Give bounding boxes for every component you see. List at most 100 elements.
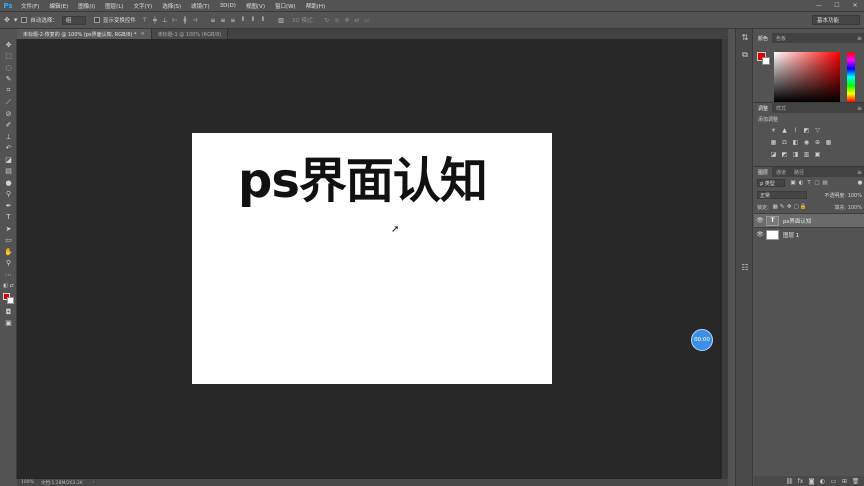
- screen-mode-icon[interactable]: ▣: [0, 318, 17, 330]
- document-canvas[interactable]: ps界面认知: [192, 133, 552, 384]
- history-brush-tool-icon[interactable]: ↶: [0, 143, 17, 155]
- panel-menu-icon[interactable]: ≡: [857, 169, 862, 176]
- auto-select-checkbox[interactable]: [21, 17, 28, 23]
- status-arrow-icon[interactable]: ›: [93, 480, 95, 485]
- brush-tool-icon[interactable]: ✐: [0, 120, 17, 132]
- menu-edit[interactable]: 编辑(E): [44, 2, 73, 10]
- lock-position-icon[interactable]: ✥: [786, 204, 793, 210]
- layer-kind-dropdown[interactable]: ρ 类型: [757, 179, 785, 187]
- marquee-tool-icon[interactable]: ⬚: [0, 51, 17, 63]
- visibility-eye-icon[interactable]: 👁: [754, 217, 766, 224]
- gradient-tool-icon[interactable]: ▤: [0, 166, 17, 178]
- tab-adjustments[interactable]: 调整: [754, 103, 773, 113]
- eraser-tool-icon[interactable]: ◪: [0, 154, 17, 166]
- new-group-icon[interactable]: ▭: [828, 478, 839, 485]
- move-tool-icon[interactable]: ✥: [0, 39, 17, 51]
- show-transform-checkbox[interactable]: [93, 17, 100, 23]
- new-adjustment-icon[interactable]: ◐: [817, 478, 828, 485]
- panel-menu-icon[interactable]: ≡: [857, 105, 862, 112]
- tab-untitled-2[interactable]: 未标题-2-恢复的 @ 100% (ps界面认知, RGB/8) * ×: [17, 29, 152, 39]
- tool-preset-chevron-icon[interactable]: ▾: [14, 16, 18, 24]
- pen-tool-icon[interactable]: ✒: [0, 200, 17, 212]
- 3d-scale-icon[interactable]: ▭: [362, 15, 372, 25]
- dodge-tool-icon[interactable]: ⚲: [0, 189, 17, 201]
- hue-saturation-icon[interactable]: ▦: [768, 138, 779, 147]
- menu-select[interactable]: 选择(S): [157, 2, 186, 10]
- align-top-icon[interactable]: ⊤: [140, 15, 150, 25]
- rectangle-tool-icon[interactable]: ▭: [0, 235, 17, 247]
- recording-timer-badge[interactable]: 00:00: [691, 329, 713, 351]
- zoom-tool-icon[interactable]: ⚲: [0, 258, 17, 270]
- lock-artboard-icon[interactable]: ▢: [793, 204, 800, 210]
- distribute-vcenter-icon[interactable]: ≡: [218, 15, 228, 25]
- exposure-icon[interactable]: ◩: [801, 126, 812, 135]
- vertical-scrollbar[interactable]: [722, 39, 728, 479]
- zoom-level[interactable]: 100%: [21, 480, 41, 485]
- tab-swatches[interactable]: 色板: [772, 35, 790, 42]
- align-bottom-icon[interactable]: ⊥: [160, 15, 170, 25]
- menu-image[interactable]: 图像(I): [73, 2, 100, 10]
- canvas-area[interactable]: ps界面认知 ➚ 00:00: [17, 39, 728, 479]
- lasso-tool-icon[interactable]: ◌: [0, 62, 17, 74]
- 3d-rotate-icon[interactable]: ↻: [322, 15, 332, 25]
- opacity-field[interactable]: 不透明度: 100%: [824, 192, 862, 199]
- panel-background-swatch[interactable]: [762, 57, 770, 65]
- align-hcenter-icon[interactable]: ╫: [180, 15, 190, 25]
- smart-object-filter-icon[interactable]: ▤: [821, 180, 829, 186]
- color-swatches[interactable]: [0, 292, 17, 306]
- invert-icon[interactable]: ◪: [768, 150, 779, 159]
- vibrance-icon[interactable]: ▽: [812, 126, 823, 135]
- link-layers-icon[interactable]: ⛓: [784, 478, 795, 485]
- curves-icon[interactable]: ⌇: [790, 126, 801, 135]
- pixel-filter-icon[interactable]: ▣: [789, 180, 797, 186]
- background-color-swatch[interactable]: [7, 297, 14, 304]
- distribute-left-icon[interactable]: ⦀: [238, 15, 248, 25]
- type-tool-icon[interactable]: T: [0, 212, 17, 224]
- clone-stamp-tool-icon[interactable]: ⊥: [0, 131, 17, 143]
- tab-color[interactable]: 颜色: [754, 33, 773, 43]
- hue-slider[interactable]: [847, 52, 855, 102]
- close-icon[interactable]: ×: [140, 31, 144, 37]
- layer-name[interactable]: ps界面认知: [783, 217, 811, 225]
- threshold-icon[interactable]: ◨: [790, 150, 801, 159]
- maximize-button[interactable]: ☐: [828, 0, 846, 11]
- align-right-icon[interactable]: ⊣: [190, 15, 200, 25]
- layer-row-pixel[interactable]: 👁 图层 1: [754, 227, 864, 241]
- menu-file[interactable]: 文件(F): [16, 2, 44, 10]
- adjustment-layer-panel-icon[interactable]: ☷: [736, 259, 754, 276]
- tab-layers[interactable]: 图层: [754, 167, 773, 177]
- menu-filter[interactable]: 滤镜(T): [186, 2, 215, 10]
- lock-transparent-icon[interactable]: ▦: [772, 204, 779, 210]
- tab-untitled-1[interactable]: 未标题-1 @ 100% (RGB/8): [151, 29, 229, 39]
- color-balance-icon[interactable]: ⚖: [779, 138, 790, 147]
- visibility-eye-icon[interactable]: 👁: [754, 231, 766, 238]
- crop-tool-icon[interactable]: ⌗: [0, 85, 17, 97]
- tab-styles[interactable]: 样式: [772, 105, 790, 112]
- gradient-map-icon[interactable]: ▥: [801, 150, 812, 159]
- align-left-icon[interactable]: ⊢: [170, 15, 180, 25]
- shape-filter-icon[interactable]: ▢: [813, 180, 821, 186]
- quick-select-tool-icon[interactable]: ✎: [0, 74, 17, 86]
- blur-tool-icon[interactable]: ●: [0, 177, 17, 189]
- brightness-icon[interactable]: ☀: [768, 126, 779, 135]
- 3d-roll-icon[interactable]: ◎: [332, 15, 342, 25]
- levels-icon[interactable]: ▲: [779, 126, 790, 135]
- layer-row-text[interactable]: 👁 T ps界面认知: [754, 213, 864, 227]
- 3d-drag-icon[interactable]: ✥: [342, 15, 352, 25]
- lock-all-icon[interactable]: 🔒: [800, 204, 807, 210]
- 3d-slide-icon[interactable]: ⇄: [352, 15, 362, 25]
- eyedropper-tool-icon[interactable]: ⟋: [0, 97, 17, 109]
- menu-view[interactable]: 视图(V): [241, 2, 270, 10]
- workspace-dropdown[interactable]: 基本功能: [812, 15, 860, 25]
- tab-paths[interactable]: 路径: [790, 169, 808, 176]
- minimize-button[interactable]: —: [810, 0, 828, 11]
- auto-select-dropdown[interactable]: 组: [61, 15, 86, 25]
- layer-style-icon[interactable]: fx: [795, 478, 806, 485]
- new-layer-icon[interactable]: ⊞: [839, 478, 850, 485]
- distribute-right-icon[interactable]: ⦀: [258, 15, 268, 25]
- fill-field[interactable]: 填充: 100%: [834, 204, 862, 211]
- black-white-icon[interactable]: ◧: [790, 138, 801, 147]
- adjustment-filter-icon[interactable]: ◐: [797, 180, 805, 186]
- add-mask-icon[interactable]: ◙: [806, 478, 817, 485]
- hand-tool-icon[interactable]: ✋: [0, 246, 17, 258]
